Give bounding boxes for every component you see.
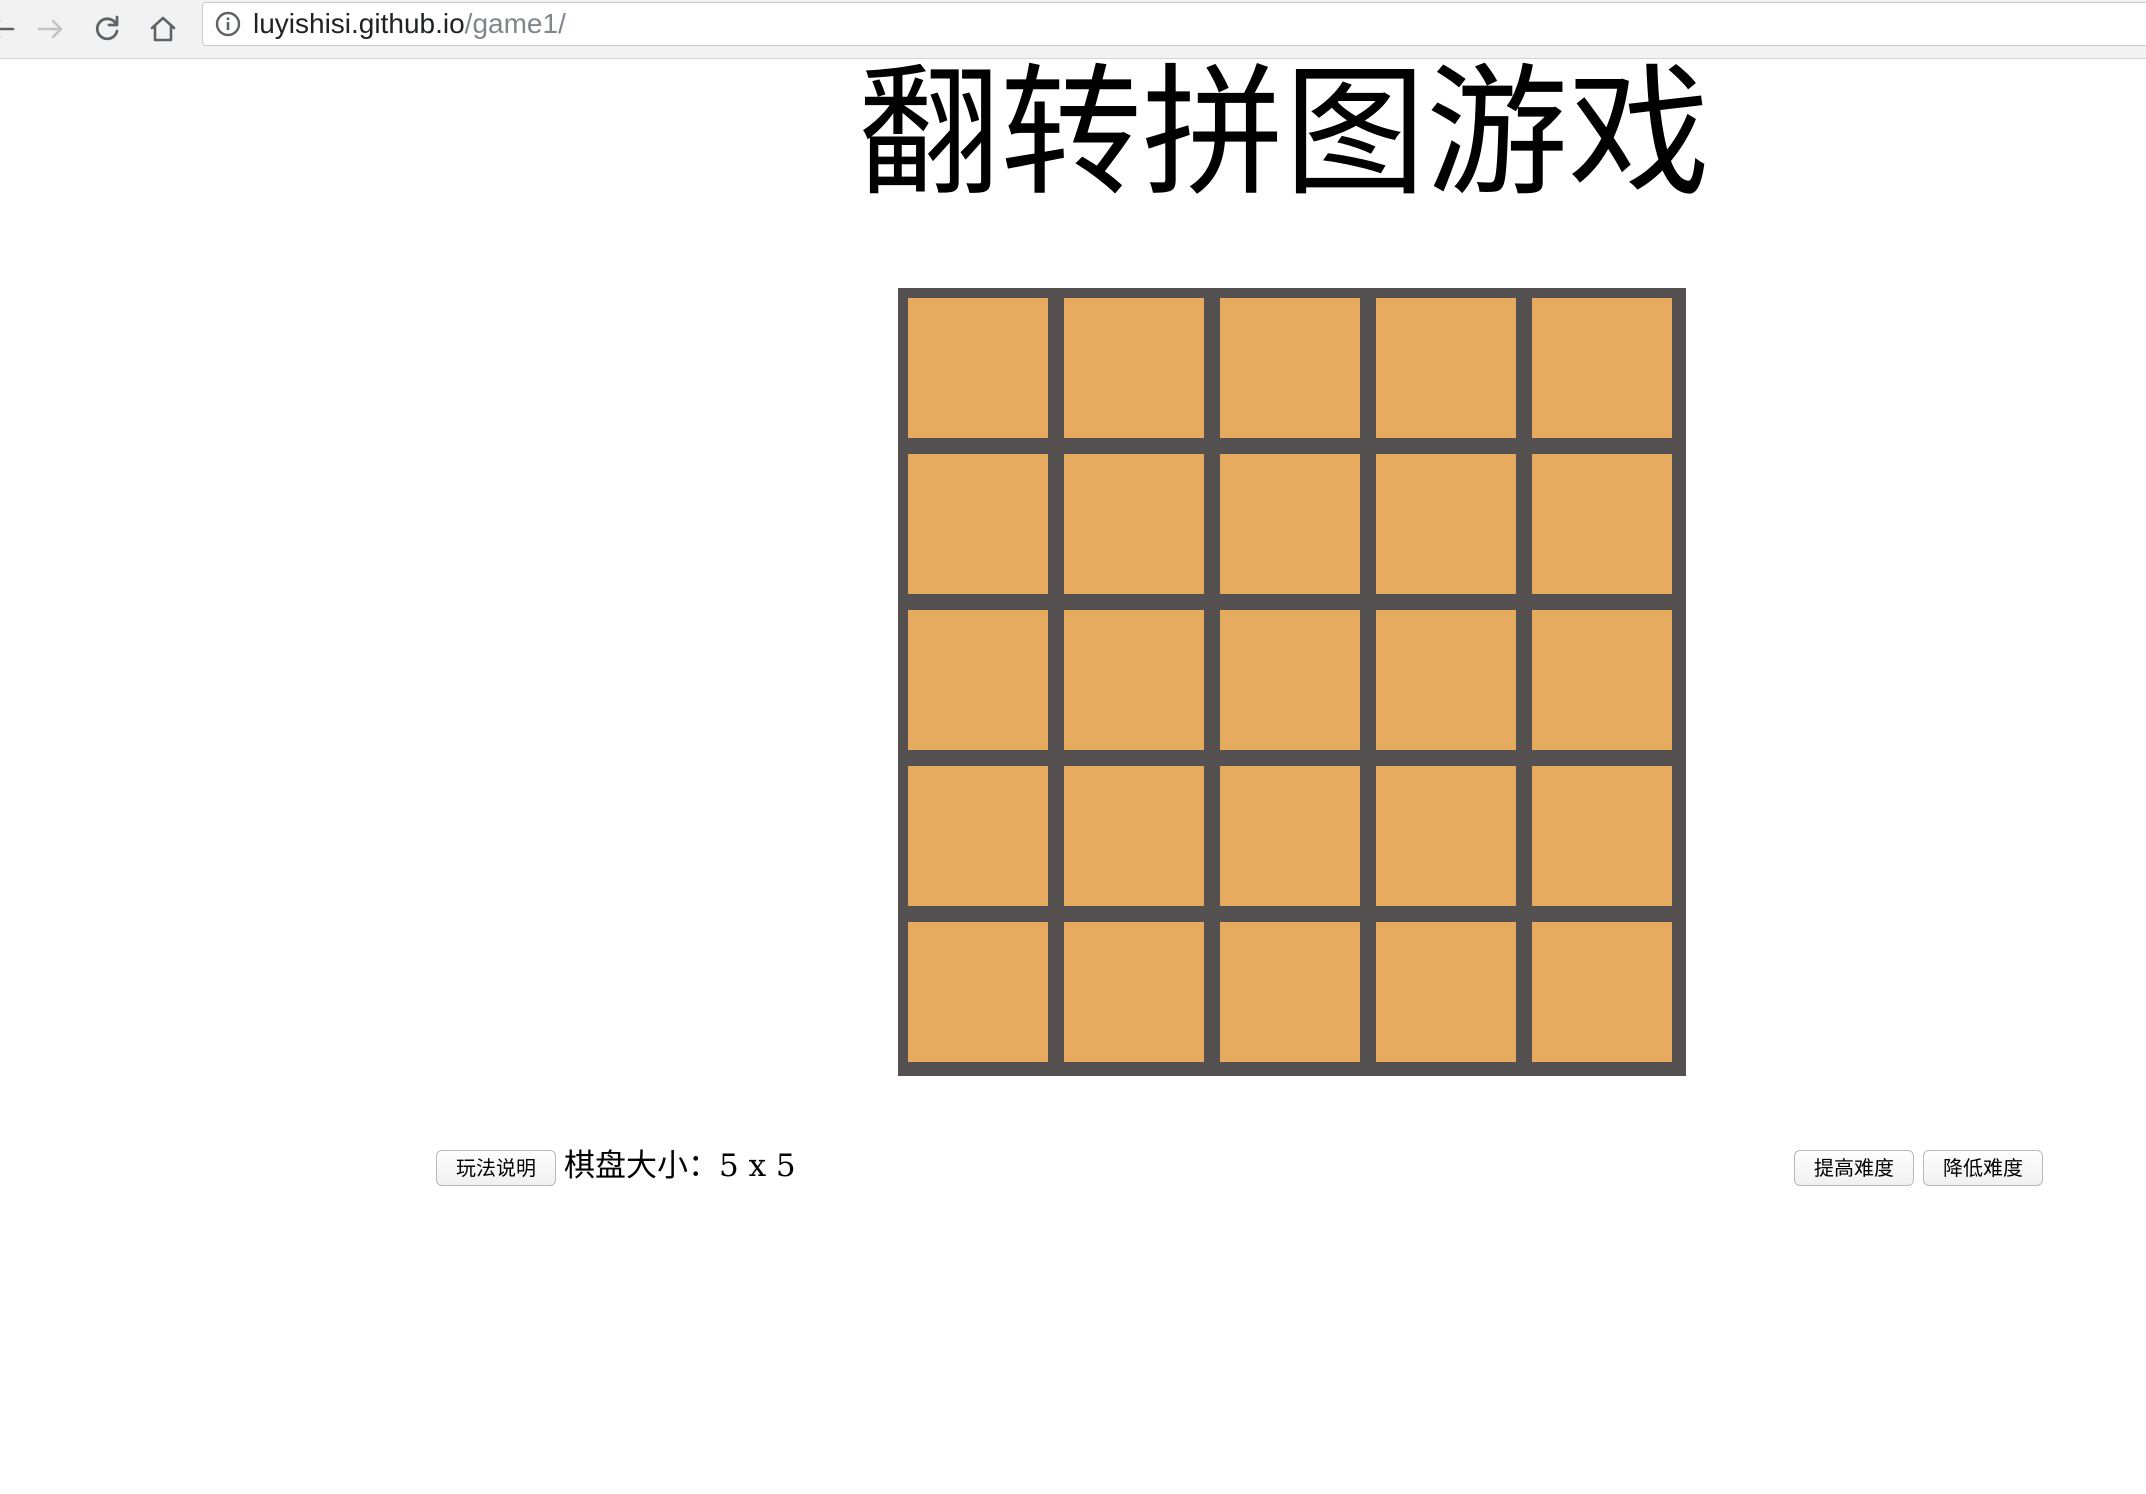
board-cell[interactable] [1220, 610, 1360, 750]
board-cell[interactable] [1376, 922, 1516, 1062]
url-host: luyishisi.github.io [253, 8, 465, 39]
forward-icon[interactable] [28, 6, 74, 52]
board-cell[interactable] [1064, 922, 1204, 1062]
board-cell[interactable] [1220, 766, 1360, 906]
board-cell[interactable] [1376, 454, 1516, 594]
board-cell[interactable] [1376, 766, 1516, 906]
board-cell[interactable] [1532, 298, 1672, 438]
board-cell[interactable] [908, 922, 1048, 1062]
board-cell[interactable] [1064, 454, 1204, 594]
board-cell[interactable] [1532, 766, 1672, 906]
board-cell[interactable] [1220, 454, 1360, 594]
board-cell[interactable] [1220, 922, 1360, 1062]
board-cell[interactable] [1064, 298, 1204, 438]
board-cell[interactable] [1064, 766, 1204, 906]
board-cell[interactable] [908, 298, 1048, 438]
reload-icon[interactable] [84, 6, 130, 52]
board-size-label: 棋盘大小：5 x 5 [564, 1148, 796, 1184]
url-text: luyishisi.github.io/game1/ [253, 9, 566, 39]
board-cell[interactable] [1532, 454, 1672, 594]
raise-difficulty-button[interactable]: 提高难度 [1794, 1150, 1914, 1186]
board-cell[interactable] [1376, 610, 1516, 750]
info-icon[interactable] [215, 11, 241, 37]
home-icon[interactable] [140, 6, 186, 52]
lower-difficulty-button[interactable]: 降低难度 [1923, 1150, 2043, 1186]
board-cell[interactable] [908, 610, 1048, 750]
help-button[interactable]: 玩法说明 [436, 1150, 556, 1186]
board-cell[interactable] [908, 454, 1048, 594]
back-icon[interactable] [0, 6, 24, 52]
board-cell[interactable] [1376, 298, 1516, 438]
board-cell[interactable] [1064, 610, 1204, 750]
board-cell[interactable] [908, 766, 1048, 906]
board-cell[interactable] [1532, 610, 1672, 750]
address-bar[interactable]: luyishisi.github.io/game1/ [202, 2, 2146, 46]
board-cell[interactable] [1532, 922, 1672, 1062]
game-board [898, 288, 1686, 1076]
url-path: /game1/ [464, 8, 566, 39]
page-title: 翻转拼图游戏 [858, 51, 1710, 216]
board-cell[interactable] [1220, 298, 1360, 438]
